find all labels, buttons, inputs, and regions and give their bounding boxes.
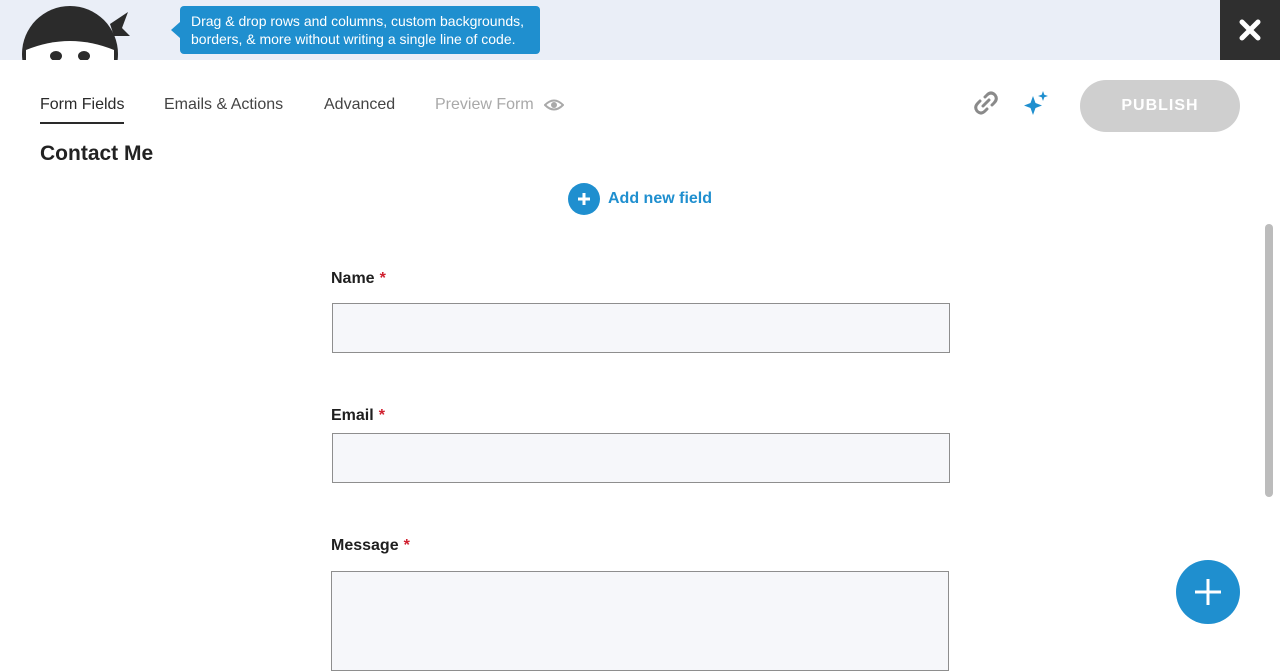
- tab-advanced[interactable]: Advanced: [324, 84, 395, 124]
- eye-icon: [544, 99, 564, 111]
- name-label: Name *: [331, 270, 386, 288]
- close-x-icon: [1239, 19, 1261, 41]
- required-mark: *: [379, 270, 386, 287]
- tab-preview-label: Preview Form: [435, 96, 534, 113]
- email-label: Email *: [331, 407, 385, 425]
- message-field[interactable]: [331, 571, 949, 671]
- message-label: Message *: [331, 537, 410, 555]
- sparkle-icon[interactable]: [1022, 90, 1050, 116]
- required-mark: *: [378, 407, 385, 424]
- promo-tooltip: Drag & drop rows and columns, custom bac…: [171, 6, 540, 54]
- add-new-field-button[interactable]: Add new field: [568, 183, 712, 215]
- name-label-text: Name: [331, 270, 375, 287]
- email-field[interactable]: [332, 433, 950, 483]
- link-icon[interactable]: [972, 89, 1000, 117]
- required-mark: *: [403, 537, 410, 554]
- scrollbar[interactable]: [1265, 224, 1273, 497]
- form-title: Contact Me: [40, 142, 154, 165]
- message-label-text: Message: [331, 537, 399, 554]
- tab-emails-actions[interactable]: Emails & Actions: [164, 84, 283, 124]
- add-new-field-label: Add new field: [608, 190, 712, 207]
- tooltip-line-2: borders, & more without writing a single…: [191, 31, 516, 47]
- tooltip-line-1: Drag & drop rows and columns, custom bac…: [191, 13, 525, 29]
- ninja-logo-icon: [22, 6, 130, 60]
- promo-banner: Drag & drop rows and columns, custom bac…: [0, 0, 1280, 60]
- close-button[interactable]: [1220, 0, 1280, 60]
- plus-icon: [568, 183, 600, 215]
- add-field-fab[interactable]: [1176, 560, 1240, 624]
- tab-form-fields[interactable]: Form Fields: [40, 84, 125, 124]
- publish-button[interactable]: PUBLISH: [1080, 80, 1240, 132]
- plus-icon: [1195, 579, 1221, 605]
- tab-preview-form[interactable]: Preview Form: [435, 84, 534, 124]
- email-label-text: Email: [331, 407, 374, 424]
- name-field[interactable]: [332, 303, 950, 353]
